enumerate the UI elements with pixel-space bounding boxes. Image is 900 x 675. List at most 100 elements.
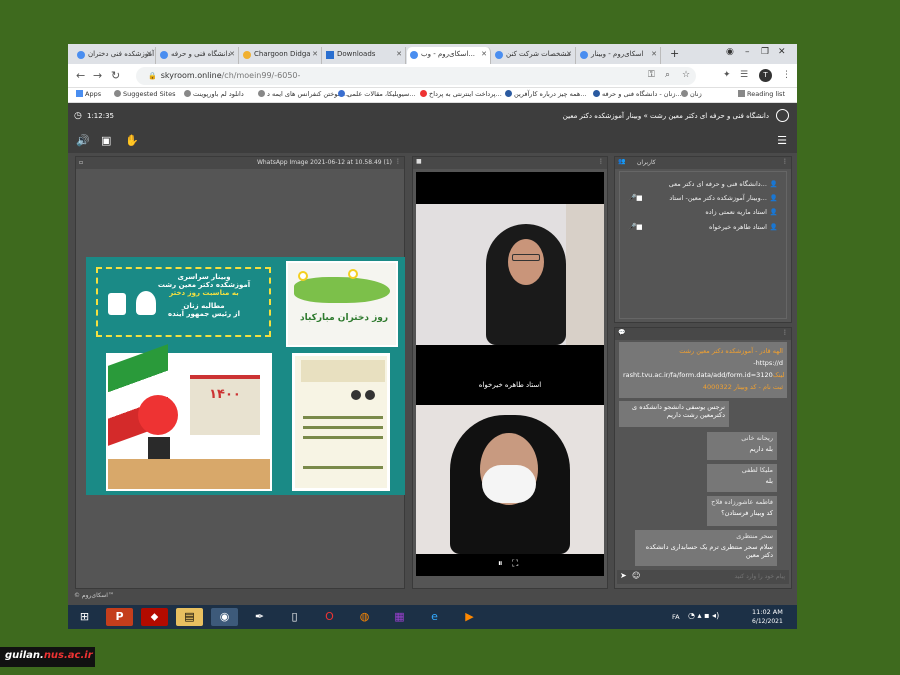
chrome-icon[interactable]: ◉ (211, 608, 238, 626)
bookmark-item[interactable]: سیویلیکا، مقالات علمی... (338, 90, 415, 98)
pinned-link-1[interactable]: https://d- (623, 357, 783, 369)
start-button[interactable]: ⊞ (71, 608, 98, 626)
table-image (108, 459, 270, 489)
extensions-icon[interactable]: ✦ (723, 70, 731, 80)
close-icon[interactable]: ✕ (312, 50, 318, 58)
bookmark-item[interactable]: زنان - دانشگاه فنی و حرفه... (593, 90, 682, 98)
tray-icons[interactable]: ◔ ▴ ▪ ◂) (688, 611, 719, 620)
bookmark-suggested[interactable]: Suggested Sites (114, 90, 176, 98)
pen-icon[interactable]: ✒ (246, 608, 273, 626)
chat-panel: 💬 ⋮ الهه قادر - آموزشکده دکتر معین رشت h… (614, 327, 792, 589)
zoom-icon[interactable]: ⌕ (665, 70, 670, 80)
speaker-photo (365, 390, 375, 400)
minimize-icon[interactable]: – (745, 47, 750, 57)
menu-icon[interactable]: ⋮ (782, 70, 791, 80)
more-icon[interactable]: ⋮ (395, 158, 401, 165)
windows-taskbar: ⊞ P ⬥ ▤ ◉ ✒ ▯ O ◍ ▦ e ▶ FA ◔ ▴ ▪ ◂) 11:0… (68, 605, 797, 629)
key-icon[interactable]: ⚿ (648, 70, 655, 80)
app-toolbar: 🔊 ▣ ✋ ☰ (68, 131, 797, 153)
tab-6[interactable]: مشخصات شرکت کنن ✕ (492, 47, 576, 64)
more-icon[interactable]: ⋮ (598, 158, 604, 165)
url-input[interactable]: 🔒 skyroom.online/ch/moein99/-6050- (136, 67, 696, 85)
session-timer: 1:12:35 (87, 112, 114, 120)
menu-icon[interactable]: ☰ (777, 134, 787, 147)
chat-message: ملیکا لطفی بله (707, 464, 777, 492)
tab-3[interactable]: Chargoon Didga ✕ (240, 47, 322, 64)
fullscreen-icon[interactable]: ⛶ (512, 559, 518, 569)
more-icon[interactable]: ⋮ (782, 329, 788, 336)
present-icon[interactable]: ▣ (101, 134, 111, 147)
send-icon[interactable]: ➤ (620, 571, 627, 580)
language-indicator[interactable]: FA (672, 613, 680, 621)
tab-4[interactable]: Downloads ✕ (323, 47, 406, 64)
speaker-icon[interactable]: 🔊 (76, 134, 90, 147)
reading-list-icon (738, 90, 745, 97)
opera-icon[interactable]: O (316, 608, 343, 626)
bookmark-item[interactable]: دانلود لم باورپوینت (184, 90, 244, 98)
reading-icon[interactable]: ☰ (740, 70, 748, 80)
ie-icon[interactable]: e (421, 608, 448, 626)
user-item[interactable]: وبینار آموزشکده دکتر معین- استاد... 👤 (669, 194, 778, 202)
document-icon[interactable]: ▯ (281, 608, 308, 626)
apps-icon (76, 90, 83, 97)
user-item[interactable]: استاد ماریه نعمتی زاده 👤 (705, 208, 778, 216)
star-icon[interactable]: ☆ (682, 70, 690, 80)
bookmark-item[interactable]: سوختن کنفرانس های ایمه د... (258, 90, 349, 98)
lock-icon: 🔒 (148, 72, 157, 80)
globe-icon (114, 90, 121, 97)
user-item[interactable]: دانشگاه فنی و حرفه ای دکتر معی... 👤 (669, 180, 778, 188)
leaf-decoration (294, 277, 390, 303)
url-host: skyroom.online (160, 71, 222, 80)
firefox-icon[interactable]: ◍ (351, 608, 378, 626)
daisy-icon (298, 271, 308, 281)
pinned-link-2[interactable]: rasht.tvu.ac.ir/fa/form.data/add/form.id… (623, 369, 784, 381)
close-icon[interactable]: ✕ (146, 50, 152, 58)
clock-time: 11:02 AM (752, 608, 783, 616)
tab-1[interactable]: آموزشکده فنی دختران ✕ (74, 47, 156, 64)
powerpoint-icon[interactable]: P (106, 608, 133, 626)
media-player-icon[interactable]: ▶ (456, 608, 483, 626)
event-poster (292, 353, 390, 491)
browser-window: آموزشکده فنی دختران ✕ دانشگاه فنی و حرفه ✕… (68, 44, 797, 629)
pause-icon[interactable]: ⏸ (498, 559, 503, 569)
favicon-icon (160, 51, 168, 59)
close-icon[interactable]: ✕ (229, 50, 235, 58)
close-window-icon[interactable]: ✕ (778, 47, 786, 57)
raise-hand-icon[interactable]: ✋ (125, 134, 139, 147)
tab-5[interactable]: اسکای‌روم - وب... ✕ (407, 47, 491, 64)
close-icon[interactable]: ✕ (566, 50, 572, 58)
maximize-icon[interactable]: ❐ (761, 47, 769, 57)
slide-heading-1: وبینار سراسری (177, 273, 231, 281)
user-item[interactable]: استاد طاهره خیرخواه 👤 (709, 223, 778, 231)
close-icon[interactable]: ✕ (481, 50, 487, 58)
bookmark-apps[interactable]: Apps (76, 90, 101, 98)
app-header: ◷ 1:12:35 دانشگاه فنی و حرفه ای دکتر معی… (68, 103, 797, 131)
tab-search-icon[interactable]: ◉ (726, 47, 734, 57)
close-icon[interactable]: ✕ (396, 50, 402, 58)
explorer-icon[interactable]: ▤ (176, 608, 203, 626)
forward-icon[interactable]: → (93, 69, 102, 82)
fullscreen-icon[interactable]: ▫ (79, 159, 83, 166)
bookmark-item[interactable]: همه چیز درباره کارآفرین... (505, 90, 586, 98)
reading-list[interactable]: Reading list (738, 90, 785, 98)
tab-7[interactable]: اسکای‌روم - وبینار ✕ (577, 47, 661, 64)
institute-logo (136, 291, 156, 315)
reload-icon[interactable]: ↻ (111, 69, 120, 82)
favicon-icon (580, 51, 588, 59)
archive-icon[interactable]: ▦ (386, 608, 413, 626)
back-icon[interactable]: ← (76, 69, 85, 82)
tab-2[interactable]: دانشگاه فنی و حرفه ✕ (157, 47, 239, 64)
close-icon[interactable]: ✕ (651, 50, 657, 58)
more-icon[interactable]: ⋮ (782, 158, 788, 165)
user-icon[interactable] (776, 109, 789, 122)
presentation-header: ▫ WhatsApp Image 2021-06-12 at 10.58.49 … (76, 157, 404, 169)
pinned-line-4: ثبت نام - کد وبینار 4000322 (702, 383, 783, 391)
acrobat-icon[interactable]: ⬥ (141, 608, 168, 626)
bookmark-item[interactable]: زنان (681, 90, 702, 98)
chat-input[interactable] (645, 571, 785, 582)
bookmark-item[interactable]: پرداخت اینترنتی به پرداخ... (420, 90, 502, 98)
university-logo (108, 293, 126, 315)
new-tab-button[interactable]: + (670, 47, 679, 60)
emoji-icon[interactable]: ☺ (632, 571, 640, 580)
profile-avatar[interactable]: T (759, 69, 772, 82)
